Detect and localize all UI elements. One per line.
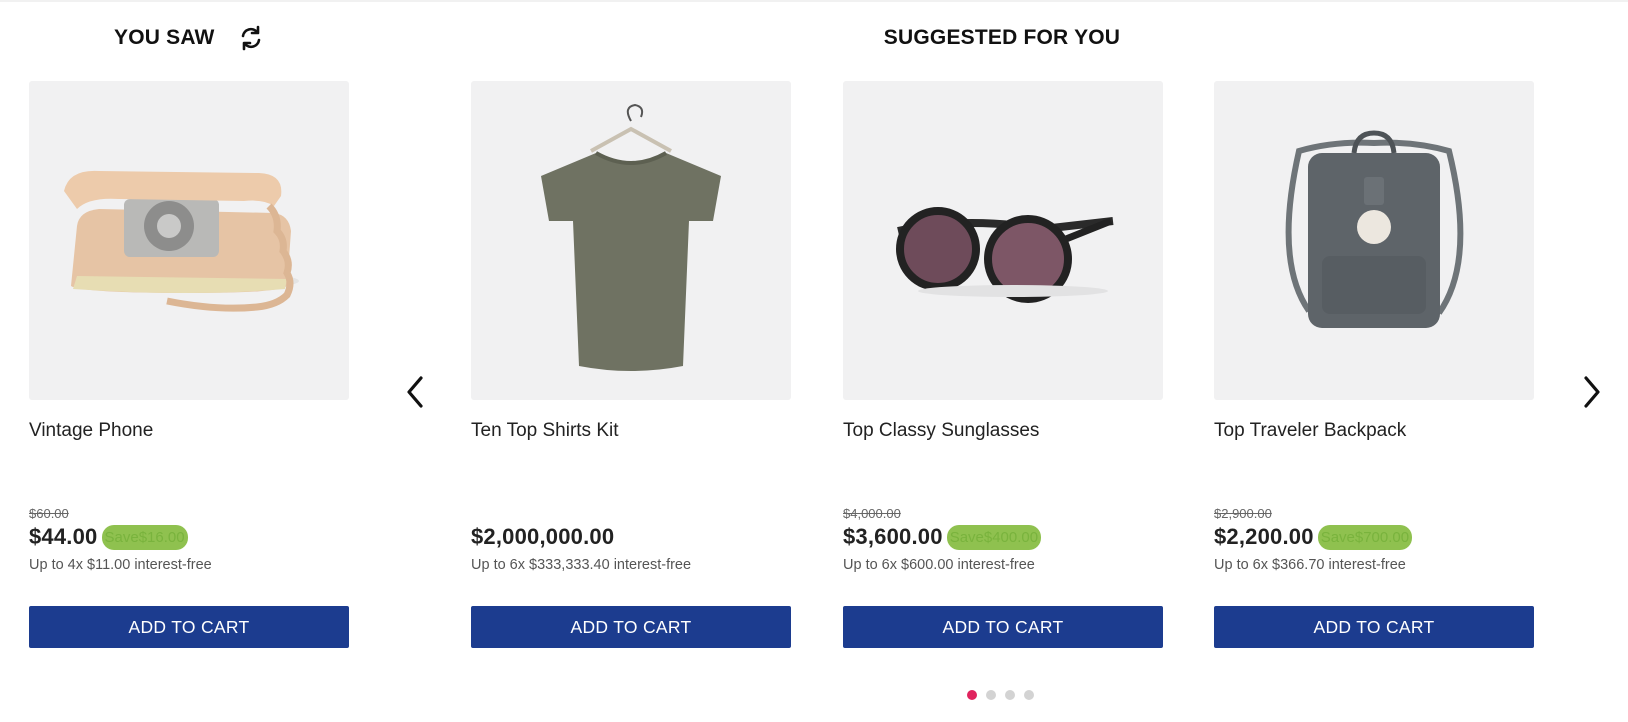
product-card-vintage-phone: Vintage Phone $60.00 $44.00 Save$16.00 U…	[29, 81, 349, 648]
installments-text: Up to 6x $366.70 interest-free	[1214, 557, 1406, 573]
product-card-shirts: Ten Top Shirts Kit $2,000,000.00 Up to 6…	[471, 81, 791, 648]
add-to-cart-button[interactable]: ADD TO CART	[471, 606, 791, 648]
save-badge: Save$16.00	[101, 524, 188, 550]
old-price	[471, 506, 791, 523]
product-name[interactable]: Top Classy Sunglasses	[843, 420, 1163, 506]
installments-text: Up to 4x $11.00 interest-free	[29, 557, 212, 573]
add-to-cart-button[interactable]: ADD TO CART	[843, 606, 1163, 648]
price: $2,000,000.00	[471, 524, 615, 549]
suggested-title: SUGGESTED FOR YOU	[883, 26, 1121, 49]
save-badge: Save$400.00	[946, 524, 1042, 550]
chevron-left-icon[interactable]	[402, 374, 430, 410]
price: $3,600.00	[843, 524, 943, 549]
add-to-cart-button[interactable]: ADD TO CART	[1214, 606, 1534, 648]
tshirt-image[interactable]	[471, 81, 791, 400]
price: $2,200.00	[1214, 524, 1314, 549]
backpack-image[interactable]	[1214, 81, 1534, 400]
product-name[interactable]: Ten Top Shirts Kit	[471, 420, 791, 506]
old-price: $2,900.00	[1214, 506, 1272, 521]
pagination-dot-3[interactable]	[1005, 690, 1015, 700]
sunglasses-image[interactable]	[843, 81, 1163, 400]
price: $44.00	[29, 524, 98, 549]
top-divider	[0, 0, 1628, 2]
installments-text: Up to 6x $600.00 interest-free	[843, 557, 1035, 573]
old-price: $4,000.00	[843, 506, 901, 521]
product-card-sunglasses: Top Classy Sunglasses $4,000.00 $3,600.0…	[843, 81, 1163, 648]
add-to-cart-button[interactable]: ADD TO CART	[29, 606, 349, 648]
pagination-dot-4[interactable]	[1024, 690, 1034, 700]
carousel-pagination	[967, 690, 1034, 700]
chevron-right-icon[interactable]	[1577, 374, 1605, 410]
product-name[interactable]: Vintage Phone	[29, 420, 349, 506]
product-name[interactable]: Top Traveler Backpack	[1214, 420, 1534, 506]
vintage-phone-image[interactable]	[29, 81, 349, 400]
pagination-dot-1[interactable]	[967, 690, 977, 700]
installments-text: Up to 6x $333,333.40 interest-free	[471, 557, 692, 573]
old-price: $60.00	[29, 506, 69, 521]
save-badge: Save$700.00	[1317, 524, 1413, 550]
pagination-dot-2[interactable]	[986, 690, 996, 700]
product-card-backpack: Top Traveler Backpack $2,900.00 $2,200.0…	[1214, 81, 1534, 648]
